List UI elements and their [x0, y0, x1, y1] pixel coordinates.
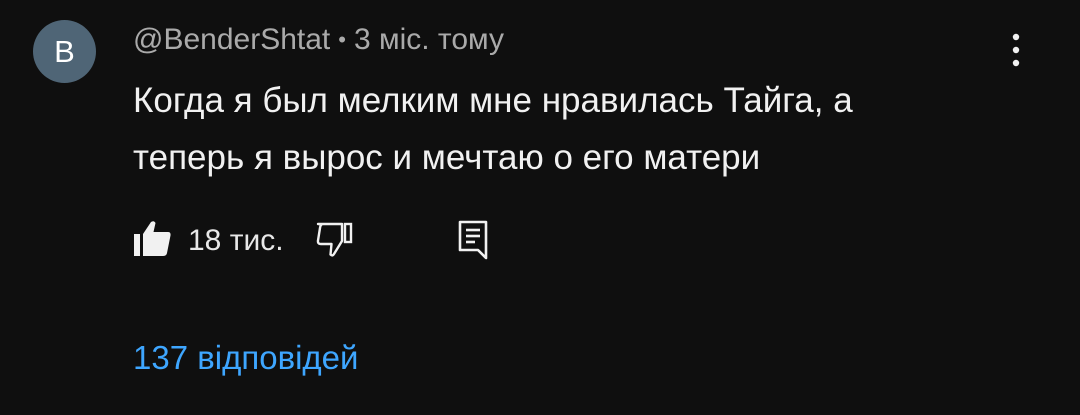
author-name[interactable]: @BenderShtat [133, 23, 330, 57]
reply-button[interactable] [453, 218, 497, 262]
comment-header: @BenderShtat • 3 міс. тому [133, 20, 504, 60]
avatar[interactable]: B [33, 20, 96, 83]
comment-text: Когда я был мелким мне нравилась Тайга, … [133, 81, 853, 177]
like-count: 18 тис. [188, 224, 284, 257]
more-vertical-icon [1012, 33, 1020, 67]
dislike-button[interactable] [314, 220, 358, 264]
like-button[interactable] [133, 218, 177, 262]
thumb-down-icon [316, 222, 353, 257]
comment-actions: 18 тис. [133, 214, 553, 266]
separator-dot: • [338, 27, 346, 52]
more-options-button[interactable] [996, 28, 1036, 72]
reply-icon [458, 220, 488, 260]
thumb-up-icon [134, 221, 171, 256]
view-replies-link[interactable]: 137 відповідей [133, 339, 358, 377]
comment-timestamp: 3 міс. тому [353, 23, 504, 56]
